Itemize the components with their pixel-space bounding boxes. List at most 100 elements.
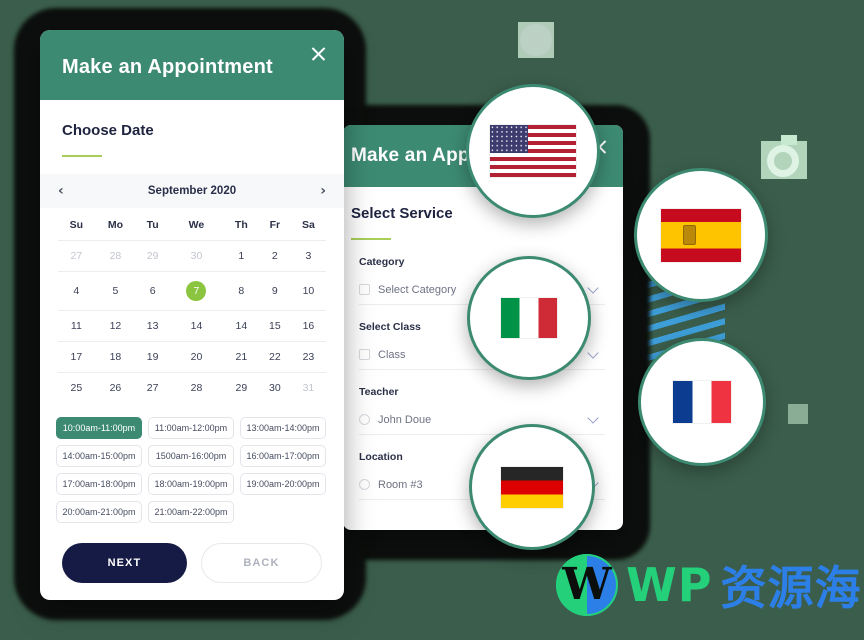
- user-icon: [359, 414, 370, 425]
- appointment-date-modal: Make an Appointment Choose Date ‹ Septem…: [40, 30, 344, 600]
- calendar-weekday-row: Su Mo Tu We Th Fr Sa: [58, 208, 326, 241]
- calendar-day-cell[interactable]: 7: [169, 271, 224, 311]
- camera-icon: [757, 131, 811, 185]
- back-button[interactable]: BACK: [200, 543, 322, 583]
- time-slot[interactable]: 10:00am-11:00pm: [56, 417, 142, 439]
- time-slot[interactable]: 13:00am-14:00pm: [240, 417, 326, 439]
- calendar-day-cell[interactable]: 31: [290, 372, 326, 403]
- prev-month-button[interactable]: ‹: [58, 184, 64, 198]
- decorative-square: [518, 22, 554, 58]
- calendar-day-cell[interactable]: 27: [58, 240, 95, 272]
- calendar-nav: ‹ September 2020 ›: [40, 174, 344, 208]
- time-slot[interactable]: 17:00am-18:00pm: [56, 473, 142, 495]
- screenshot-root: Make an Appo Select Service Category Sel…: [0, 0, 864, 640]
- calendar-day-cell[interactable]: 2: [258, 240, 291, 272]
- calendar-day-cell[interactable]: 19: [136, 341, 170, 373]
- section-underline: [62, 155, 102, 157]
- flag-it-icon: [501, 298, 557, 338]
- calendar-day-cell[interactable]: 8: [223, 271, 259, 311]
- calendar-day-cell[interactable]: 18: [94, 341, 137, 373]
- calendar-day-cell[interactable]: 29: [136, 240, 170, 272]
- flag-circle-united-states[interactable]: [466, 84, 600, 218]
- time-slot[interactable]: 20:00am-21:00pm: [56, 501, 142, 523]
- class-icon: [359, 349, 370, 360]
- modal-title-date: Make an Appointment: [62, 56, 273, 78]
- calendar-day-cell[interactable]: 23: [290, 341, 326, 373]
- list-icon: [359, 284, 370, 295]
- calendar-day-cell[interactable]: 13: [136, 310, 170, 342]
- watermark-wp-text: WP: [626, 558, 713, 612]
- time-slot[interactable]: 18:00am-19:00pm: [148, 473, 234, 495]
- watermark: W WP 资源海: [556, 552, 861, 618]
- pin-icon: [359, 479, 370, 490]
- calendar-weekday-mo: Mo: [107, 219, 123, 231]
- calendar-day-cell[interactable]: 10: [290, 271, 326, 311]
- calendar-day-cell[interactable]: 17: [58, 341, 95, 373]
- calendar-day-cell[interactable]: 28: [169, 372, 224, 403]
- next-month-button[interactable]: ›: [320, 184, 326, 198]
- calendar-day-cell[interactable]: 12: [94, 310, 137, 342]
- calendar-day-cell[interactable]: 21: [223, 341, 259, 373]
- field-value-class: Class: [378, 348, 406, 361]
- flag-circle-germany[interactable]: [469, 424, 595, 550]
- time-slot[interactable]: 21:00am-22:00pm: [148, 501, 234, 523]
- decorative-dot: [788, 404, 808, 424]
- calendar-day-cell[interactable]: 14: [169, 310, 224, 342]
- calendar-day-cell[interactable]: 29: [223, 372, 259, 403]
- watermark-cn-text: 资源海: [720, 561, 862, 615]
- calendar-day-cell[interactable]: 28: [94, 240, 137, 272]
- calendar-day-cell[interactable]: 6: [136, 271, 170, 311]
- calendar-day-cell[interactable]: 1: [223, 240, 259, 272]
- field-value-teacher: John Doue: [378, 413, 432, 426]
- field-value-location: Room #3: [378, 478, 423, 491]
- flag-circle-spain[interactable]: [634, 168, 768, 302]
- calendar-day-cell[interactable]: 9: [258, 271, 291, 311]
- section-title-date: Choose Date: [62, 122, 154, 139]
- date-body: Choose Date: [40, 100, 344, 157]
- next-button[interactable]: NEXT: [62, 543, 187, 583]
- calendar-day-selected[interactable]: 7: [186, 281, 207, 301]
- close-icon[interactable]: [308, 44, 328, 64]
- calendar-day-cell[interactable]: 4: [58, 271, 95, 311]
- calendar-day-cell[interactable]: 16: [290, 310, 326, 342]
- time-slot[interactable]: 14:00am-15:00pm: [56, 445, 142, 467]
- time-slot[interactable]: 19:00am-20:00pm: [240, 473, 326, 495]
- calendar-day-cell[interactable]: 5: [94, 271, 137, 311]
- calendar-day-cell[interactable]: 14: [223, 310, 259, 342]
- calendar-grid: Su Mo Tu We Th Fr Sa 27 28 29 30 1 2 3 4 5 6 7 8 9 10 11 12 13…: [58, 208, 326, 403]
- flag-us-icon: [490, 125, 576, 177]
- field-label-category: Category: [359, 256, 405, 268]
- calendar-week-row: 11 12 13 14 14 15 16: [58, 310, 326, 342]
- calendar-weekday-fr: Fr: [269, 219, 281, 231]
- section-underline: [351, 238, 391, 240]
- time-slot[interactable]: 11:00am-12:00pm: [148, 417, 234, 439]
- time-slot-list: 10:00am-11:00pm 11:00am-12:00pm 13:00am-14…: [56, 417, 328, 523]
- chevron-down-icon: [587, 412, 599, 424]
- calendar-day-cell[interactable]: 15: [258, 310, 291, 342]
- wordpress-glyph: W: [562, 559, 612, 610]
- calendar-month-label: September 2020: [147, 185, 237, 197]
- calendar-day-cell[interactable]: 22: [258, 341, 291, 373]
- calendar-day-cell[interactable]: 3: [290, 240, 326, 272]
- calendar-day-cell[interactable]: 25: [58, 372, 95, 403]
- flag-de-icon: [501, 466, 563, 508]
- field-teacher[interactable]: John Doue: [359, 405, 605, 435]
- calendar-day-cell[interactable]: 30: [258, 372, 291, 403]
- time-slot[interactable]: 1500am-16:00pm: [148, 445, 234, 467]
- calendar-day-cell[interactable]: 20: [169, 341, 224, 373]
- calendar-weekday-th: Th: [234, 219, 248, 231]
- calendar-week-row: 27 28 29 30 1 2 3: [58, 240, 326, 272]
- calendar-week-row: 4 5 6 7 8 9 10: [58, 271, 326, 311]
- calendar-day-cell[interactable]: 27: [136, 372, 170, 403]
- flag-es-icon: [661, 208, 741, 262]
- calendar-weekday-su: Su: [69, 219, 84, 231]
- flag-circle-italy[interactable]: [467, 256, 591, 380]
- calendar-week-row: 17 18 19 20 21 22 23: [58, 341, 326, 373]
- calendar-day-cell[interactable]: 11: [58, 310, 95, 342]
- calendar-body: 27 28 29 30 1 2 3 4 5 6 7 8 9 10 11 12 13 14 14 15 16 17 18 19 2…: [58, 240, 326, 403]
- flag-circle-france[interactable]: [638, 338, 766, 466]
- calendar-day-cell[interactable]: 26: [94, 372, 137, 403]
- calendar-day-cell[interactable]: 30: [169, 240, 224, 272]
- time-slot[interactable]: 16:00am-17:00pm: [240, 445, 326, 467]
- modal-actions: NEXT BACK: [40, 523, 344, 583]
